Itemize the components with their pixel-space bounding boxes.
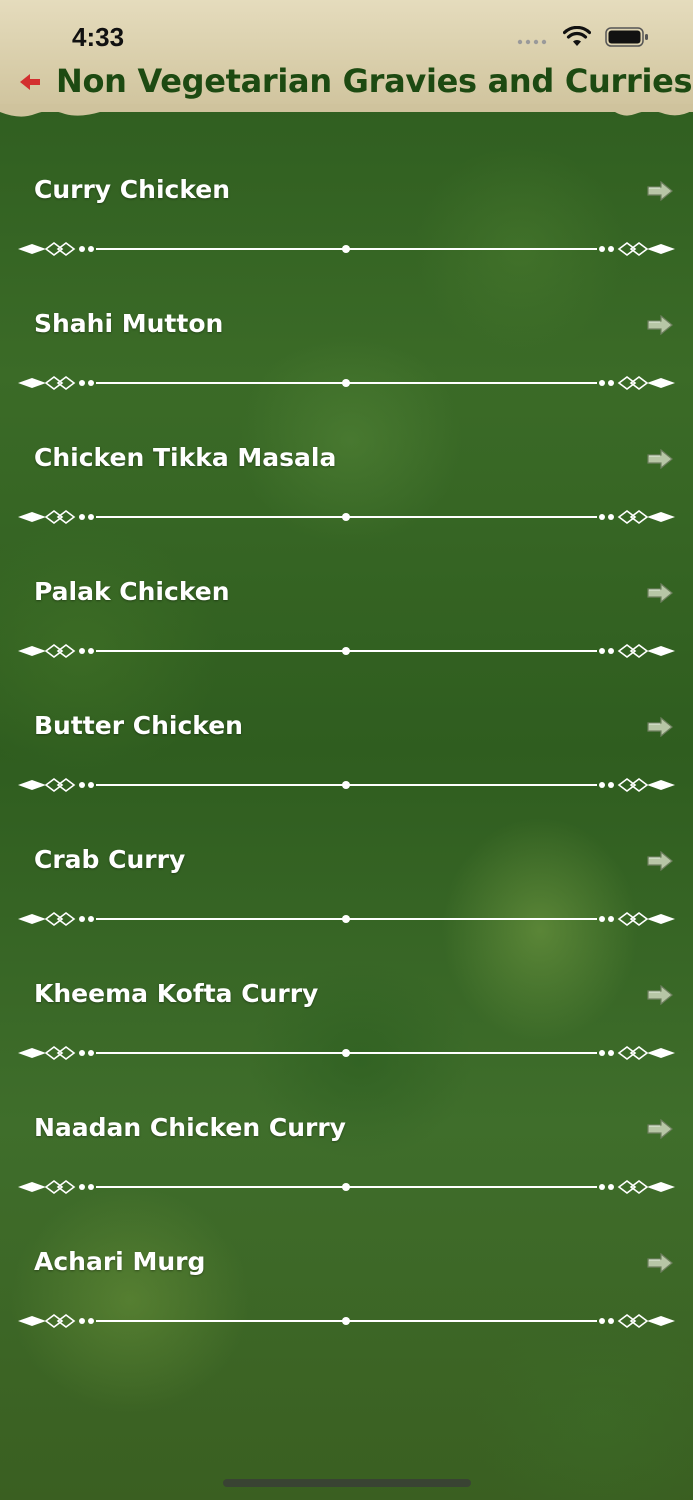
recipe-list: Curry Chicken Shahi Mutton Chicken Tikka…	[0, 134, 693, 1340]
ornamental-divider	[18, 242, 675, 256]
list-item[interactable]: Palak Chicken	[0, 536, 693, 670]
forward-arrow-icon	[646, 984, 674, 1006]
header-scalloped-edge	[0, 104, 693, 117]
forward-arrow-icon	[646, 1118, 674, 1140]
ornamental-divider	[18, 644, 675, 658]
ornamental-divider	[18, 376, 675, 390]
recipe-label: Naadan Chicken Curry	[34, 1113, 346, 1142]
home-indicator	[223, 1479, 471, 1487]
forward-arrow-icon	[646, 448, 674, 470]
ornamental-divider	[18, 1314, 675, 1328]
ornamental-divider	[18, 510, 675, 524]
wifi-icon	[562, 25, 592, 52]
list-item[interactable]: Curry Chicken	[0, 134, 693, 268]
ornamental-divider	[18, 1046, 675, 1060]
forward-arrow-icon	[646, 850, 674, 872]
page-title: Non Vegetarian Gravies and Curries	[56, 62, 693, 100]
forward-arrow-icon	[646, 716, 674, 738]
list-item[interactable]: Butter Chicken	[0, 670, 693, 804]
forward-arrow-icon	[646, 314, 674, 336]
list-item[interactable]: Naadan Chicken Curry	[0, 1072, 693, 1206]
list-item[interactable]: Kheema Kofta Curry	[0, 938, 693, 1072]
forward-arrow-icon	[646, 180, 674, 202]
recipe-label: Curry Chicken	[34, 175, 231, 204]
list-item[interactable]: Achari Murg	[0, 1206, 693, 1340]
forward-arrow-icon	[646, 1252, 674, 1274]
back-arrow-icon[interactable]	[18, 72, 42, 92]
recipe-label: Butter Chicken	[34, 711, 243, 740]
recipe-label: Shahi Mutton	[34, 309, 224, 338]
battery-icon	[605, 26, 649, 52]
ornamental-divider	[18, 1180, 675, 1194]
cellular-signal-icon	[517, 30, 549, 49]
forward-arrow-icon	[646, 582, 674, 604]
recipe-label: Achari Murg	[34, 1247, 206, 1276]
recipe-label: Kheema Kofta Curry	[34, 979, 319, 1008]
recipe-label: Crab Curry	[34, 845, 186, 874]
ornamental-divider	[18, 778, 675, 792]
navigation-header: 4:33 Non Vegetarian Gravies and Curries	[0, 0, 693, 112]
status-time: 4:33	[72, 22, 125, 52]
recipe-label: Palak Chicken	[34, 577, 230, 606]
status-icons	[517, 25, 649, 52]
list-item[interactable]: Shahi Mutton	[0, 268, 693, 402]
ornamental-divider	[18, 912, 675, 926]
list-item[interactable]: Chicken Tikka Masala	[0, 402, 693, 536]
list-item[interactable]: Crab Curry	[0, 804, 693, 938]
recipe-label: Chicken Tikka Masala	[34, 443, 337, 472]
